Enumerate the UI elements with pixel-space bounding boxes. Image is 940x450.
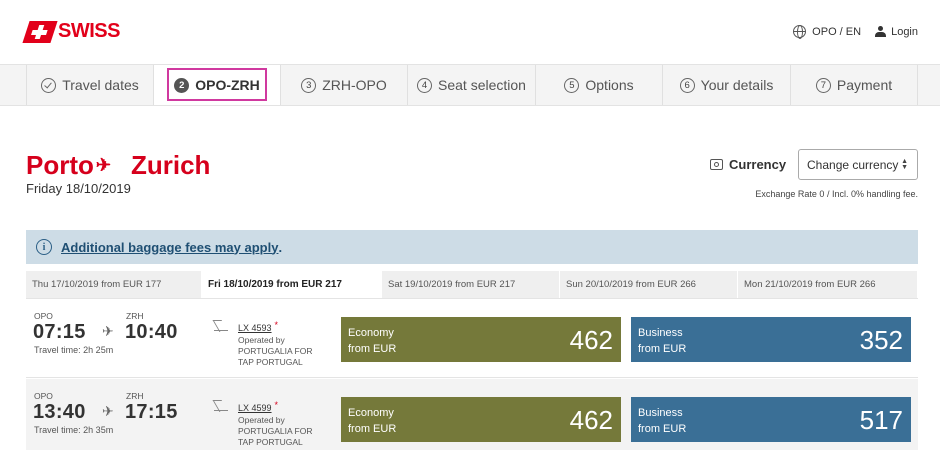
step-zrh-opo[interactable]: 3 ZRH-OPO: [280, 65, 407, 105]
currency-select-value: Change currency: [807, 157, 899, 172]
currency-select[interactable]: Change currency ▲ ▼: [798, 149, 918, 180]
fare-label: Economy from EUR: [348, 325, 396, 357]
airline-tail-icon: [214, 320, 228, 331]
fare-label: Economy from EUR: [348, 405, 396, 437]
flight-row: OPO 07:15 ✈ ZRH 10:40 Travel time: 2h 25…: [26, 298, 918, 378]
fare-class: Economy: [348, 407, 394, 419]
step-label: ZRH-OPO: [322, 77, 387, 93]
flight-row: OPO 13:40 ✈ ZRH 17:15 Travel time: 2h 35…: [26, 379, 918, 450]
fare-currency: from EUR: [638, 343, 687, 355]
destination-city: Zurich: [130, 150, 211, 180]
business-fare-button[interactable]: Business from EUR 517: [631, 397, 911, 442]
fare-price: 462: [569, 405, 613, 435]
travel-time: Travel time: 2h 35m: [34, 425, 114, 435]
baggage-info-banner: i Additional baggage fees may apply .: [26, 230, 918, 264]
step-number: 5: [564, 77, 580, 93]
step-payment[interactable]: 7 Payment: [790, 65, 918, 105]
fare-label: Business from EUR: [638, 325, 686, 357]
departure-time: 07:15: [33, 321, 86, 343]
arrival-airport: ZRH: [126, 311, 144, 321]
brand-name: SWISS: [58, 20, 120, 42]
step-label: Seat selection: [438, 77, 526, 93]
currency-label-text: Currency: [729, 157, 787, 172]
money-icon: [710, 159, 723, 170]
fare-currency: from EUR: [348, 423, 397, 435]
flight-number: LX 4599: [238, 403, 272, 413]
flight-number-link[interactable]: LX 4593 *: [238, 320, 279, 333]
exchange-rate-note: Exchange Rate 0 / Incl. 0% handling fee.: [755, 189, 918, 199]
select-arrows-icon: ▲ ▼: [901, 158, 908, 171]
arrival-time: 17:15: [125, 401, 178, 423]
date-tab[interactable]: Sun 20/10/2019 from EUR 266: [560, 271, 738, 298]
route-title: Porto ✈ Zurich: [26, 150, 210, 181]
step-number: 3: [301, 77, 317, 93]
fare-currency: from EUR: [348, 343, 397, 355]
fare-class: Business: [638, 327, 683, 339]
banner-suffix: .: [278, 239, 283, 255]
header: SWISS OPO / EN Login: [0, 0, 940, 64]
date-tab-selected[interactable]: Fri 18/10/2019 from EUR 217: [202, 271, 382, 298]
step-seat-selection[interactable]: 4 Seat selection: [407, 65, 535, 105]
step-number: 6: [679, 77, 695, 93]
fare-price: 462: [569, 325, 613, 355]
airline-tail-icon: [214, 400, 228, 411]
fare-currency: from EUR: [638, 423, 687, 435]
departure-time: 13:40: [33, 401, 86, 423]
step-label: Payment: [836, 77, 893, 93]
date-tab[interactable]: Mon 21/10/2019 from EUR 266: [738, 271, 918, 298]
fare-price: 352: [859, 325, 903, 355]
date-tabs: Thu 17/10/2019 from EUR 177 Fri 18/10/20…: [26, 271, 918, 298]
business-fare-button[interactable]: Business from EUR 352: [631, 317, 911, 362]
step-number: 4: [417, 77, 433, 93]
login-link[interactable]: Login: [891, 26, 918, 38]
plane-icon: ✈: [95, 155, 111, 175]
economy-fare-button[interactable]: Economy from EUR 462: [341, 317, 621, 362]
departure-airport: OPO: [34, 391, 53, 401]
step-opo-zrh[interactable]: 2 OPO-ZRH: [153, 65, 280, 105]
step-number: 2: [174, 77, 190, 93]
info-icon: i: [36, 239, 52, 255]
globe-icon[interactable]: [793, 25, 807, 39]
departure-airport: OPO: [34, 311, 53, 321]
operated-by: Operated by PORTUGALIA FOR TAP PORTUGAL: [238, 335, 313, 367]
flight-note-star: *: [274, 320, 279, 330]
arrival-time: 10:40: [125, 321, 178, 343]
date-tab[interactable]: Sat 19/10/2019 from EUR 217: [382, 271, 560, 298]
travel-date: Friday 18/10/2019: [26, 181, 131, 196]
origin-city: Porto: [26, 150, 94, 180]
person-icon[interactable]: [875, 26, 887, 37]
flight-number: LX 4593: [238, 323, 272, 333]
baggage-fees-link[interactable]: Additional baggage fees may apply: [61, 240, 278, 255]
step-number: 7: [815, 77, 831, 93]
plane-icon: ✈: [102, 403, 114, 419]
plane-icon: ✈: [102, 323, 114, 339]
currency-label: Currency: [710, 157, 786, 172]
step-travel-dates[interactable]: Travel dates: [26, 65, 153, 105]
fare-class: Economy: [348, 327, 394, 339]
booking-steps-nav: Travel dates 2 OPO-ZRH 3 ZRH-OPO 4 Seat …: [0, 64, 940, 106]
flight-number-link[interactable]: LX 4599 *: [238, 400, 279, 413]
flight-note-star: *: [274, 400, 279, 410]
fare-price: 517: [859, 405, 903, 435]
step-your-details[interactable]: 6 Your details: [662, 65, 790, 105]
swiss-logo[interactable]: SWISS: [22, 20, 120, 43]
date-tab[interactable]: Thu 17/10/2019 from EUR 177: [26, 271, 202, 298]
top-right-menu: OPO / EN Login: [793, 25, 918, 39]
step-options[interactable]: 5 Options: [535, 65, 662, 105]
step-label: Options: [585, 77, 634, 93]
fare-class: Business: [638, 407, 683, 419]
step-label: Travel dates: [62, 77, 139, 93]
swiss-flag-icon: [22, 20, 58, 43]
fare-label: Business from EUR: [638, 405, 686, 437]
arrival-airport: ZRH: [126, 391, 144, 401]
step-label: Your details: [700, 77, 774, 93]
travel-time: Travel time: 2h 25m: [34, 345, 114, 355]
locale-selector[interactable]: OPO / EN: [812, 26, 861, 38]
checkmark-circle-icon: [41, 77, 57, 93]
step-label: OPO-ZRH: [195, 77, 260, 93]
economy-fare-button[interactable]: Economy from EUR 462: [341, 397, 621, 442]
operated-by: Operated by PORTUGALIA FOR TAP PORTUGAL: [238, 415, 313, 447]
